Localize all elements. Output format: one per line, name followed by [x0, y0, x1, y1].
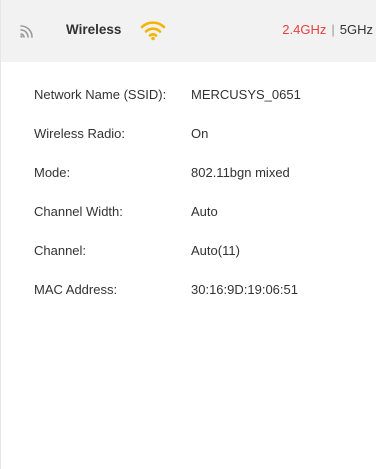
tab-2-4ghz[interactable]: 2.4GHz [282, 22, 326, 37]
wireless-title: Wireless [66, 22, 122, 37]
info-row-channel-width: Channel Width: Auto [34, 203, 374, 242]
info-row-mode: Mode: 802.11bgn mixed [34, 164, 374, 203]
info-value: On [191, 126, 209, 141]
tab-5ghz[interactable]: 5GHz [340, 22, 373, 37]
info-label: Mode: [34, 165, 71, 180]
wireless-header: Wireless 2.4GHz | 5GHz [1, 0, 376, 62]
band-separator: | [331, 22, 335, 37]
info-row-radio: Wireless Radio: On [34, 125, 374, 164]
info-label: MAC Address: [34, 282, 118, 297]
info-row-ssid: Network Name (SSID): MERCUSYS_0651 [34, 86, 374, 125]
info-value: 802.11bgn mixed [191, 165, 290, 180]
band-tabs: 2.4GHz | 5GHz [282, 22, 373, 38]
info-value: 30:16:9D:19:06:51 [191, 282, 298, 297]
info-label: Channel Width: [34, 204, 123, 219]
wireless-info-list: Network Name (SSID): MERCUSYS_0651 Wirel… [34, 86, 374, 320]
wireless-panel: Wireless 2.4GHz | 5GHz Network Name (SSID)… [0, 0, 376, 469]
wireless-signal-icon [20, 25, 33, 38]
wifi-active-icon [140, 21, 166, 41]
info-label: Network Name (SSID): [34, 87, 167, 102]
info-value: Auto [191, 204, 218, 219]
info-label: Wireless Radio: [34, 126, 126, 141]
info-value: Auto(11) [191, 243, 240, 258]
info-value: MERCUSYS_0651 [191, 87, 301, 102]
info-row-channel: Channel: Auto(11) [34, 242, 374, 281]
info-row-mac: MAC Address: 30:16:9D:19:06:51 [34, 281, 374, 320]
info-label: Channel: [34, 243, 87, 258]
